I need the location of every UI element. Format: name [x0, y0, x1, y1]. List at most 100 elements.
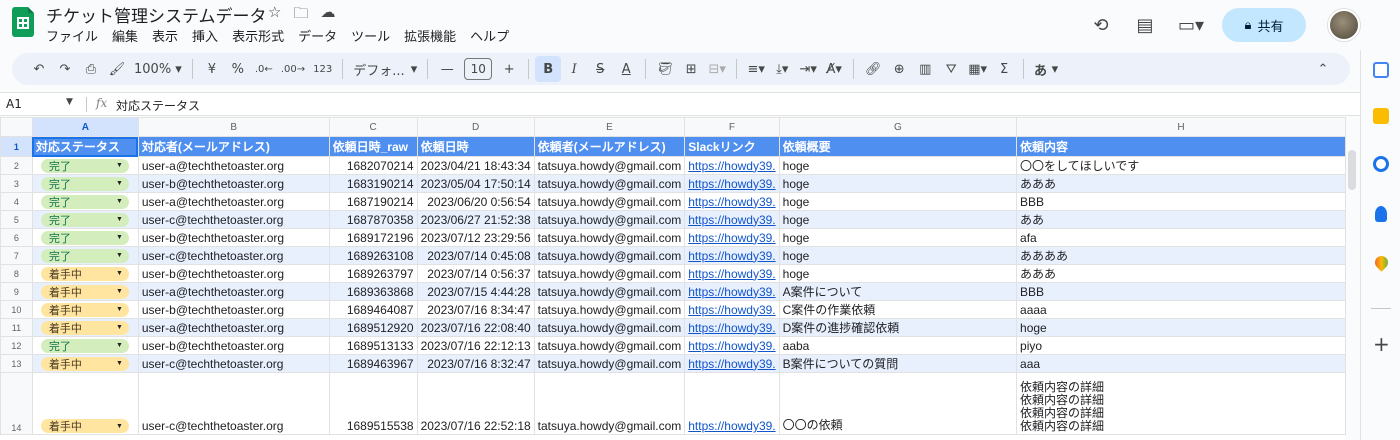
detail-cell[interactable]: 依頼内容の詳細 依頼内容の詳細 依頼内容の詳細 依頼内容の詳細: [1016, 372, 1346, 435]
date-cell[interactable]: 2023/07/16 22:52:18: [416, 372, 535, 435]
chevron-down-icon[interactable]: ▼: [66, 97, 73, 107]
assignee-cell[interactable]: user-c@techthetoaster.org: [137, 372, 330, 435]
detail-cell[interactable]: 〇〇をしてほしいです: [1016, 156, 1346, 175]
summary-cell[interactable]: hoge: [778, 228, 1018, 247]
avatar[interactable]: [1328, 9, 1360, 41]
slack-link[interactable]: https://howdy39.: [688, 419, 775, 433]
slack-link-cell[interactable]: https://howdy39.: [684, 228, 780, 247]
requester-cell[interactable]: tatsuya.howdy@gmail.com: [533, 354, 686, 373]
header-cell-summary[interactable]: 依頼概要: [778, 136, 1018, 157]
detail-cell[interactable]: あああ: [1016, 174, 1346, 193]
raw-date-cell[interactable]: 1689513133: [328, 336, 418, 355]
slack-link-cell[interactable]: https://howdy39.: [684, 354, 780, 373]
slack-link-cell[interactable]: https://howdy39.: [684, 336, 780, 355]
slack-link-cell[interactable]: https://howdy39.: [684, 156, 780, 175]
date-cell[interactable]: 2023/07/16 8:34:47: [416, 300, 535, 319]
slack-link[interactable]: https://howdy39.: [688, 339, 775, 353]
status-cell[interactable]: 完了 ▼: [31, 228, 139, 247]
slack-link[interactable]: https://howdy39.: [688, 267, 775, 281]
date-cell[interactable]: 2023/07/15 4:44:28: [416, 282, 535, 301]
requester-cell[interactable]: tatsuya.howdy@gmail.com: [533, 300, 686, 319]
assignee-cell[interactable]: user-a@techthetoaster.org: [137, 318, 330, 337]
menu-extensions[interactable]: 拡張機能: [404, 26, 456, 45]
requester-cell[interactable]: tatsuya.howdy@gmail.com: [533, 210, 686, 229]
status-chip[interactable]: 着手中 ▼: [40, 266, 129, 281]
paint-format-icon[interactable]: 🖌︎: [104, 56, 130, 82]
slack-link-cell[interactable]: https://howdy39.: [684, 264, 780, 283]
menu-edit[interactable]: 編集: [112, 26, 138, 45]
summary-cell[interactable]: hoge: [778, 210, 1018, 229]
summary-cell[interactable]: hoge: [778, 264, 1018, 283]
detail-cell[interactable]: afa: [1016, 228, 1346, 247]
select-all-corner[interactable]: [0, 117, 33, 137]
decrease-decimal-button[interactable]: .0←: [251, 56, 277, 82]
row-number[interactable]: 12: [0, 336, 33, 355]
row-number[interactable]: 3: [0, 174, 33, 193]
raw-date-cell[interactable]: 1689363868: [328, 282, 418, 301]
slack-link-cell[interactable]: https://howdy39.: [684, 300, 780, 319]
slack-link[interactable]: https://howdy39.: [688, 213, 775, 227]
assignee-cell[interactable]: user-a@techthetoaster.org: [137, 282, 330, 301]
status-chip[interactable]: 完了 ▼: [40, 338, 129, 353]
detail-cell[interactable]: hoge: [1016, 318, 1346, 337]
menu-format[interactable]: 表示形式: [232, 26, 284, 45]
header-cell-date[interactable]: 依頼日時: [416, 136, 535, 157]
assignee-cell[interactable]: user-c@techthetoaster.org: [137, 210, 330, 229]
row-number[interactable]: 5: [0, 210, 33, 229]
slack-link-cell[interactable]: https://howdy39.: [684, 282, 780, 301]
requester-cell[interactable]: tatsuya.howdy@gmail.com: [533, 174, 686, 193]
vertical-scrollbar[interactable]: [1348, 150, 1356, 190]
slack-link-cell[interactable]: https://howdy39.: [684, 192, 780, 211]
detail-cell[interactable]: aaaa: [1016, 300, 1346, 319]
slack-link-cell[interactable]: https://howdy39.: [684, 372, 780, 435]
borders-icon[interactable]: ⊞: [678, 56, 704, 82]
summary-cell[interactable]: D案件の進捗確認依頼: [778, 318, 1018, 337]
number-format-button[interactable]: 123: [309, 56, 336, 82]
date-cell[interactable]: 2023/07/16 22:12:13: [416, 336, 535, 355]
detail-cell[interactable]: ああ: [1016, 210, 1346, 229]
merge-cells-icon[interactable]: ⊟▾: [704, 56, 730, 82]
status-cell[interactable]: 着手中 ▼: [31, 300, 139, 319]
date-cell[interactable]: 2023/05/04 17:50:14: [416, 174, 535, 193]
requester-cell[interactable]: tatsuya.howdy@gmail.com: [533, 336, 686, 355]
header-cell-requester[interactable]: 依頼者(メールアドレス): [533, 136, 686, 157]
assignee-cell[interactable]: user-a@techthetoaster.org: [137, 192, 330, 211]
assignee-cell[interactable]: user-b@techthetoaster.org: [137, 228, 330, 247]
share-button[interactable]: 🔒︎ 共有: [1222, 8, 1306, 42]
text-wrap-icon[interactable]: ⇥▾: [795, 56, 821, 82]
raw-date-cell[interactable]: 1687190214: [328, 192, 418, 211]
tasks-icon[interactable]: [1373, 156, 1389, 172]
header-cell-slack-link[interactable]: Slackリンク: [684, 136, 780, 157]
requester-cell[interactable]: tatsuya.howdy@gmail.com: [533, 372, 686, 435]
functions-icon[interactable]: Σ: [991, 56, 1017, 82]
raw-date-cell[interactable]: 1689172196: [328, 228, 418, 247]
comments-icon[interactable]: ▤: [1134, 15, 1156, 36]
requester-cell[interactable]: tatsuya.howdy@gmail.com: [533, 192, 686, 211]
header-cell-status[interactable]: 対応ステータス: [31, 136, 139, 157]
header-cell-detail[interactable]: 依頼内容: [1016, 136, 1346, 157]
move-folder-icon[interactable]: 🗀: [293, 3, 308, 28]
insert-chart-icon[interactable]: ▥: [912, 56, 938, 82]
filter-icon[interactable]: ⛛: [938, 56, 964, 82]
requester-cell[interactable]: tatsuya.howdy@gmail.com: [533, 318, 686, 337]
strikethrough-button[interactable]: S: [587, 56, 613, 82]
input-tools-button[interactable]: あ ▾: [1030, 56, 1062, 82]
undo-icon[interactable]: ↶: [26, 56, 52, 82]
status-chip[interactable]: 完了 ▼: [40, 230, 129, 245]
row-number[interactable]: 1: [0, 136, 33, 157]
status-chip[interactable]: 完了 ▼: [40, 158, 129, 173]
raw-date-cell[interactable]: 1689512920: [328, 318, 418, 337]
assignee-cell[interactable]: user-b@techthetoaster.org: [137, 336, 330, 355]
date-cell[interactable]: 2023/06/20 0:56:54: [416, 192, 535, 211]
document-title[interactable]: チケット管理システムデータ: [46, 2, 267, 27]
slack-link-cell[interactable]: https://howdy39.: [684, 210, 780, 229]
column-header-f[interactable]: F: [684, 117, 780, 137]
assignee-cell[interactable]: user-c@techthetoaster.org: [137, 354, 330, 373]
status-chip[interactable]: 着手中 ▼: [40, 302, 129, 317]
requester-cell[interactable]: tatsuya.howdy@gmail.com: [533, 228, 686, 247]
menu-tools[interactable]: ツール: [351, 26, 390, 45]
maps-icon[interactable]: [1372, 253, 1391, 272]
row-number[interactable]: 6: [0, 228, 33, 247]
summary-cell[interactable]: A案件について: [778, 282, 1018, 301]
status-chip[interactable]: 完了 ▼: [40, 194, 129, 209]
